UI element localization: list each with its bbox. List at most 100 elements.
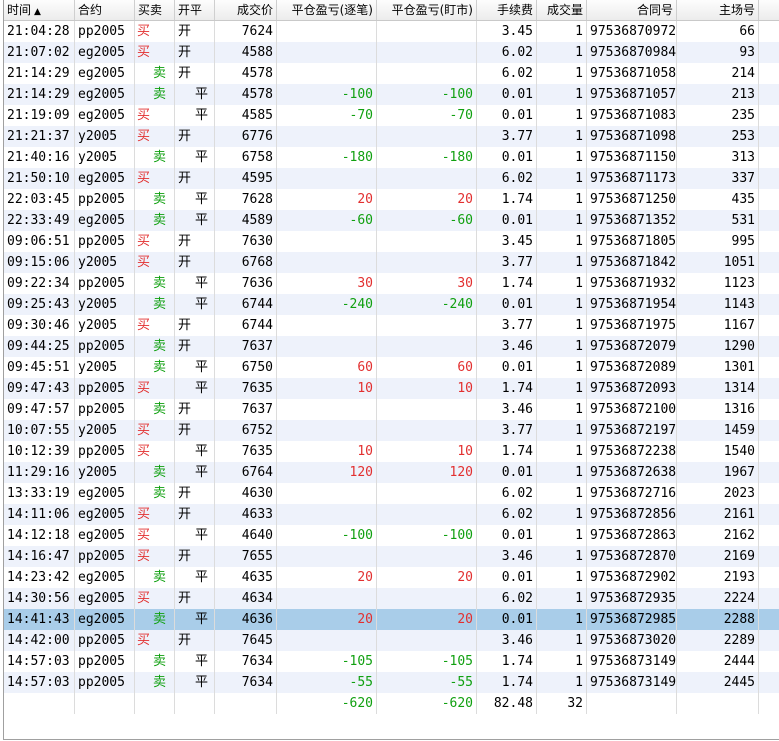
open-close-label: 平 — [194, 297, 208, 312]
open-close-label: 平 — [194, 528, 208, 543]
cell-order-no: 97536870984 — [587, 42, 677, 63]
cell-pnl-mark — [377, 504, 477, 525]
table-row[interactable]: 09:30:46 y2005 买 开 6744 3.77 1 97536871975 1167 — [4, 315, 779, 336]
table-row[interactable]: 09:22:34 pp2005 卖平 7636 30 30 1.74 1 97536871932… — [4, 273, 779, 294]
cell-ref-no: 2162 — [677, 525, 759, 546]
table-row[interactable]: 09:47:43 pp2005 买平 7635 10 10 1.74 1 97536872093… — [4, 378, 779, 399]
column-header-open-close[interactable]: 开平 — [175, 0, 215, 20]
cell-filler — [759, 651, 779, 672]
column-header-ref-no[interactable]: 主场号 — [677, 0, 759, 20]
cell-contract: eg2005 — [75, 525, 135, 546]
total-volume: 32 — [537, 693, 587, 714]
cell-open-close: 平 — [175, 147, 215, 168]
cell-order-no: 97536872856 — [587, 504, 677, 525]
column-header-pnl-trade[interactable]: 平仓盈亏(逐笔) — [277, 0, 377, 20]
cell-volume: 1 — [537, 231, 587, 252]
open-close-label: 开 — [178, 507, 192, 522]
cell-contract: eg2005 — [75, 168, 135, 189]
cell-pnl-mark: 120 — [377, 462, 477, 483]
table-row[interactable]: 22:33:49 eg2005 卖平 4589 -60 -60 0.01 1 975368713… — [4, 210, 779, 231]
table-row[interactable]: 13:33:19 eg2005 卖开 4630 6.02 1 97536872716 2023 — [4, 483, 779, 504]
table-row[interactable]: 10:07:55 y2005 买 开 6752 3.77 1 97536872197 1459 — [4, 420, 779, 441]
total-pnl-mark: -620 — [377, 693, 477, 714]
cell-open-close: 开 — [175, 168, 215, 189]
cell-pnl-trade: 20 — [277, 189, 377, 210]
cell-time: 22:03:45 — [4, 189, 75, 210]
cell-fee: 0.01 — [477, 210, 537, 231]
table-row[interactable]: 14:41:43 eg2005 卖平 4636 20 20 0.01 1 97536872985… — [4, 609, 779, 630]
cell-open-close: 开 — [175, 504, 215, 525]
cell-price: 4634 — [215, 588, 277, 609]
cell-contract: pp2005 — [75, 546, 135, 567]
table-row[interactable]: 14:11:06 eg2005 买 开 4633 6.02 1 97536872856 2161 — [4, 504, 779, 525]
cell-price: 4588 — [215, 42, 277, 63]
table-row[interactable]: 14:30:56 eg2005 买 开 4634 6.02 1 97536872935 2224 — [4, 588, 779, 609]
table-row[interactable]: 14:57:03 pp2005 卖平 7634 -105 -105 1.74 1 9753687… — [4, 651, 779, 672]
column-header-order-no[interactable]: 合同号 — [587, 0, 677, 20]
cell-ref-no: 2288 — [677, 609, 759, 630]
cell-filler — [759, 441, 779, 462]
cell-time: 21:21:37 — [4, 126, 75, 147]
cell-pnl-mark — [377, 630, 477, 651]
cell-price: 6752 — [215, 420, 277, 441]
cell-price: 4578 — [215, 63, 277, 84]
table-row[interactable]: 11:29:16 y2005 卖平 6764 120 120 0.01 1 9753687263… — [4, 462, 779, 483]
cell-pnl-trade — [277, 483, 377, 504]
cell-open-close: 平 — [175, 525, 215, 546]
table-row[interactable]: 09:45:51 y2005 卖平 6750 60 60 0.01 1 97536872089 1… — [4, 357, 779, 378]
cell-ref-no: 2445 — [677, 672, 759, 693]
cell-pnl-mark — [377, 252, 477, 273]
cell-price: 4633 — [215, 504, 277, 525]
cell-pnl-mark — [377, 42, 477, 63]
table-row[interactable]: 22:03:45 pp2005 卖平 7628 20 20 1.74 1 97536871250… — [4, 189, 779, 210]
column-header-price[interactable]: 成交价 — [215, 0, 277, 20]
cell-pnl-trade: -60 — [277, 210, 377, 231]
table-row[interactable]: 09:25:43 y2005 卖平 6744 -240 -240 0.01 1 97536871… — [4, 294, 779, 315]
total-empty — [75, 693, 135, 714]
table-row[interactable]: 09:15:06 y2005 买 开 6768 3.77 1 97536871842 1051 — [4, 252, 779, 273]
totals-row: -620 -620 82.48 32 — [4, 693, 779, 714]
table-row[interactable]: 14:16:47 pp2005 买 开 7655 3.46 1 97536872870 2169 — [4, 546, 779, 567]
cell-price: 6768 — [215, 252, 277, 273]
table-row[interactable]: 21:50:10 eg2005 买 开 4595 6.02 1 97536871173 337 — [4, 168, 779, 189]
column-header-pnl-mark[interactable]: 平仓盈亏(盯市) — [377, 0, 477, 20]
table-row[interactable]: 09:47:57 pp2005 卖开 7637 3.46 1 97536872100 1316 — [4, 399, 779, 420]
cell-contract: eg2005 — [75, 504, 135, 525]
table-row[interactable]: 14:42:00 pp2005 买 开 7645 3.46 1 97536873020 2289 — [4, 630, 779, 651]
cell-price: 4636 — [215, 609, 277, 630]
column-header-fee[interactable]: 手续费 — [477, 0, 537, 20]
table-row[interactable]: 21:19:09 eg2005 买平 4585 -70 -70 0.01 1 975368710… — [4, 105, 779, 126]
table-row[interactable]: 14:57:03 pp2005 卖平 7634 -55 -55 1.74 1 975368731… — [4, 672, 779, 693]
cell-time: 21:04:28 — [4, 21, 75, 42]
table-row[interactable]: 10:12:39 pp2005 买平 7635 10 10 1.74 1 97536872238… — [4, 441, 779, 462]
cell-pnl-mark: -100 — [377, 525, 477, 546]
buy-sell-label: 买 — [137, 381, 151, 396]
table-row[interactable]: 09:06:51 pp2005 买 开 7630 3.45 1 97536871805 995 — [4, 231, 779, 252]
cell-buy-sell: 卖 — [135, 399, 175, 420]
cell-fee: 6.02 — [477, 588, 537, 609]
table-row[interactable]: 14:23:42 eg2005 卖平 4635 20 20 0.01 1 97536872902… — [4, 567, 779, 588]
column-header-buy-sell[interactable]: 买卖 — [135, 0, 175, 20]
open-close-label: 平 — [194, 108, 208, 123]
cell-buy-sell: 买 — [135, 315, 175, 336]
cell-contract: y2005 — [75, 420, 135, 441]
table-row[interactable]: 21:40:16 y2005 卖平 6758 -180 -180 0.01 1 97536871… — [4, 147, 779, 168]
cell-contract: pp2005 — [75, 21, 135, 42]
table-row[interactable]: 09:44:25 pp2005 卖开 7637 3.46 1 97536872079 1290 — [4, 336, 779, 357]
column-header-volume[interactable]: 成交量 — [537, 0, 587, 20]
table-row[interactable]: 21:07:02 eg2005 买 开 4588 6.02 1 97536870984 93 — [4, 42, 779, 63]
cell-contract: eg2005 — [75, 63, 135, 84]
column-header-contract[interactable]: 合约 — [75, 0, 135, 20]
table-row[interactable]: 14:12:18 eg2005 买平 4640 -100 -100 0.01 1 9753687… — [4, 525, 779, 546]
total-empty — [759, 693, 779, 714]
buy-sell-label: 卖 — [152, 675, 166, 690]
table-row[interactable]: 21:14:29 eg2005 卖平 4578 -100 -100 0.01 1 9753687… — [4, 84, 779, 105]
cell-contract: eg2005 — [75, 105, 135, 126]
cell-order-no: 97536872197 — [587, 420, 677, 441]
table-row[interactable]: 21:21:37 y2005 买 开 6776 3.77 1 97536871098 253 — [4, 126, 779, 147]
table-row[interactable]: 21:04:28 pp2005 买 开 7624 3.45 1 97536870972 66 — [4, 21, 779, 42]
table-row[interactable]: 21:14:29 eg2005 卖开 4578 6.02 1 97536871058 214 — [4, 63, 779, 84]
cell-pnl-mark: 10 — [377, 441, 477, 462]
column-header-time[interactable]: 时间 ▲ — [4, 0, 75, 20]
cell-pnl-mark: 30 — [377, 273, 477, 294]
